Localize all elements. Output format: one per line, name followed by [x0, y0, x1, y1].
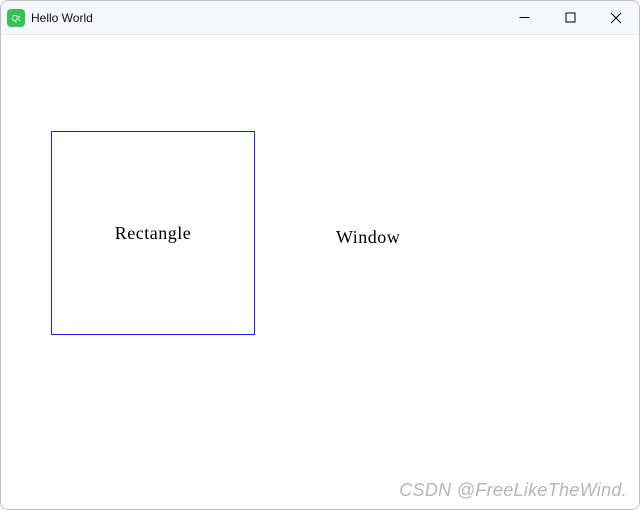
close-icon — [610, 12, 622, 24]
client-area: Rectangle Window — [1, 35, 639, 509]
minimize-button[interactable] — [501, 1, 547, 34]
window-label: Window — [336, 227, 400, 248]
window-controls — [501, 1, 639, 34]
app-window: Qt Hello World — [0, 0, 640, 510]
rectangle-label: Rectangle — [115, 223, 191, 244]
close-button[interactable] — [593, 1, 639, 34]
titlebar: Qt Hello World — [1, 1, 639, 35]
minimize-icon — [519, 12, 530, 23]
svg-text:Qt: Qt — [12, 14, 21, 23]
rectangle-shape: Rectangle — [51, 131, 255, 335]
maximize-button[interactable] — [547, 1, 593, 34]
titlebar-left: Qt Hello World — [7, 9, 93, 27]
window-title: Hello World — [31, 11, 93, 25]
qt-app-icon: Qt — [7, 9, 25, 27]
maximize-icon — [565, 12, 576, 23]
